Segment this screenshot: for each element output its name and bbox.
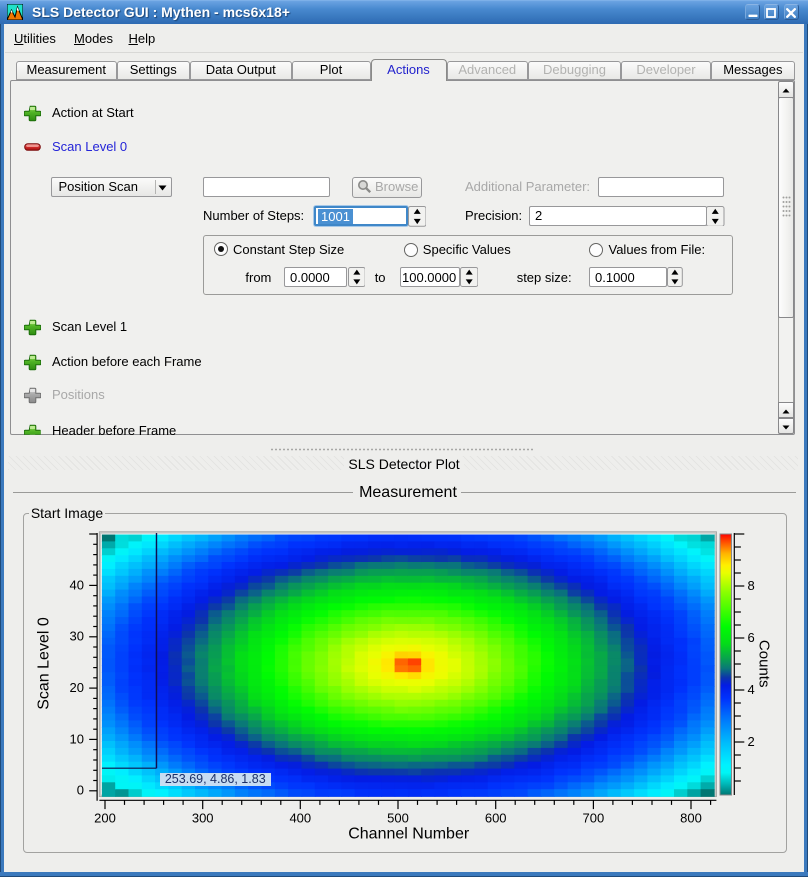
svg-text:10: 10 [70, 731, 84, 746]
svg-text:600: 600 [485, 810, 507, 825]
svg-text:Channel Number: Channel Number [348, 825, 470, 842]
svg-text:40: 40 [70, 577, 84, 592]
svg-text:30: 30 [70, 629, 84, 644]
svg-text:500: 500 [387, 810, 409, 825]
svg-text:700: 700 [583, 810, 605, 825]
svg-text:4: 4 [748, 682, 755, 697]
svg-text:800: 800 [680, 810, 702, 825]
svg-text:2: 2 [748, 734, 755, 749]
svg-text:400: 400 [289, 810, 311, 825]
svg-text:6: 6 [748, 630, 755, 645]
svg-text:Scan Level 0: Scan Level 0 [36, 617, 53, 710]
svg-text:20: 20 [70, 680, 84, 695]
svg-text:200: 200 [94, 810, 116, 825]
svg-text:8: 8 [748, 578, 755, 593]
svg-text:300: 300 [192, 810, 214, 825]
svg-text:Counts: Counts [756, 640, 773, 688]
svg-text:0: 0 [77, 783, 84, 798]
